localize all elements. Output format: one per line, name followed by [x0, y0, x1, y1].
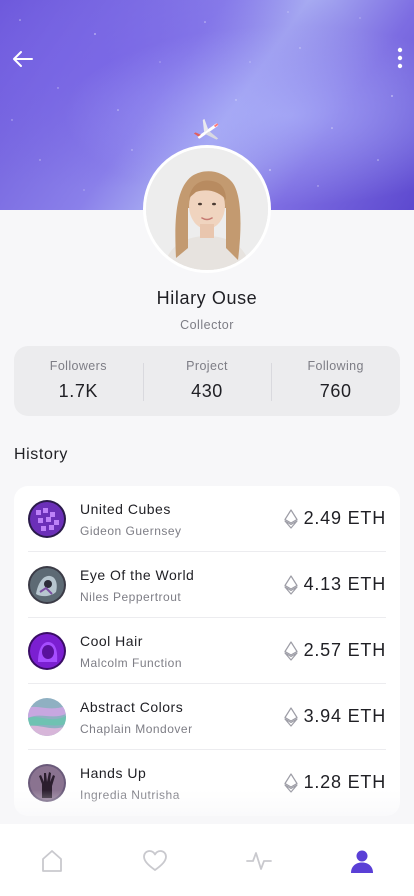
item-price: 2.49 ETH: [283, 508, 386, 529]
price-value: 2.49 ETH: [303, 508, 386, 528]
stat-following[interactable]: Following 760: [271, 357, 400, 405]
item-title: Cool Hair: [80, 633, 143, 649]
list-item[interactable]: Hands Up Ingredia Nutrisha 1.28 ETH: [28, 750, 386, 816]
bottom-tab-bar: [0, 824, 414, 896]
item-price: 3.94 ETH: [283, 706, 386, 727]
tab-home[interactable]: [37, 846, 67, 876]
price-value: 2.57 ETH: [303, 640, 386, 660]
stat-value: 760: [319, 381, 352, 401]
ethereum-icon: [283, 508, 298, 529]
airplane-icon: [192, 115, 224, 147]
ethereum-icon: [283, 772, 298, 793]
item-title: Hands Up: [80, 765, 147, 781]
heart-icon: [143, 850, 168, 871]
stat-project[interactable]: Project 430: [142, 357, 272, 405]
stat-label: Project: [186, 359, 228, 373]
list-item[interactable]: Cool Hair Malcolm Function 2.57 ETH: [28, 618, 386, 684]
arrow-left-icon: [13, 51, 33, 67]
ethereum-icon: [283, 574, 298, 595]
stat-label: Following: [307, 359, 364, 373]
item-price: 1.28 ETH: [283, 772, 386, 793]
price-value: 3.94 ETH: [303, 706, 386, 726]
artwork-thumbnail: [28, 632, 66, 670]
item-author: Gideon Guernsey: [80, 524, 182, 538]
more-vertical-icon: [397, 47, 403, 69]
profile-name: Hilary Ouse: [156, 288, 258, 308]
tab-profile[interactable]: [347, 846, 377, 876]
item-title: United Cubes: [80, 501, 171, 517]
item-author: Ingredia Nutrisha: [80, 788, 180, 802]
back-button[interactable]: [10, 46, 36, 72]
list-item[interactable]: Abstract Colors Chaplain Mondover 3.94 E…: [28, 684, 386, 750]
artwork-thumbnail: [28, 764, 66, 802]
stat-label: Followers: [49, 359, 107, 373]
tab-activity[interactable]: [244, 846, 274, 876]
stat-value: 1.7K: [58, 381, 99, 401]
item-author: Malcolm Function: [80, 656, 183, 670]
item-author: Chaplain Mondover: [80, 722, 193, 736]
ethereum-icon: [283, 706, 298, 727]
list-item[interactable]: United Cubes Gideon Guernsey 2.49 ETH: [28, 486, 386, 552]
item-title: Abstract Colors: [80, 699, 184, 715]
price-value: 4.13 ETH: [303, 574, 386, 594]
artwork-thumbnail: [28, 698, 66, 736]
stats-panel: Followers 1.7K Project 430 Following 760: [14, 346, 400, 416]
price-value: 1.28 ETH: [303, 772, 386, 792]
home-icon: [41, 850, 62, 872]
history-heading: History: [14, 446, 68, 463]
artwork-thumbnail: [28, 500, 66, 538]
ethereum-icon: [283, 640, 298, 661]
profile-avatar: [143, 145, 271, 273]
item-price: 4.13 ETH: [283, 574, 386, 595]
item-author: Niles Peppertrout: [80, 590, 182, 604]
artwork-thumbnail: [28, 566, 66, 604]
profile-role: Collector: [180, 318, 234, 332]
list-item[interactable]: Eye Of the World Niles Peppertrout 4.13 …: [28, 552, 386, 618]
activity-icon: [245, 852, 272, 870]
item-price: 2.57 ETH: [283, 640, 386, 661]
more-options-button[interactable]: [396, 46, 404, 70]
history-list: United Cubes Gideon Guernsey 2.49 ETH Ey…: [14, 486, 400, 816]
stat-followers[interactable]: Followers 1.7K: [14, 357, 143, 405]
item-title: Eye Of the World: [80, 567, 195, 583]
tab-favorites[interactable]: [140, 846, 170, 876]
stat-value: 430: [191, 381, 223, 401]
profile-icon: [351, 850, 374, 873]
